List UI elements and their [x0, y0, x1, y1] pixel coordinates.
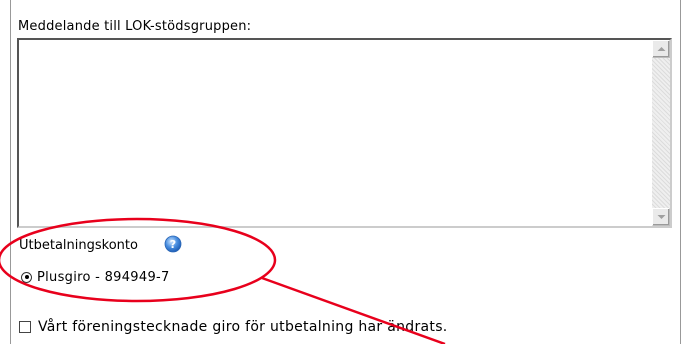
giro-changed-label: Vårt föreningstecknade giro för utbetaln…	[38, 319, 448, 335]
radio-selected-dot	[24, 275, 29, 279]
message-label: Meddelande till LOK-stödsgruppen:	[18, 19, 252, 34]
scroll-up-button[interactable]	[652, 40, 670, 58]
giro-changed-checkbox[interactable]	[19, 321, 31, 333]
payout-account-label: Utbetalningskonto	[19, 238, 138, 253]
svg-text:?: ?	[170, 238, 176, 251]
plusgiro-radio[interactable]	[21, 271, 32, 283]
help-icon[interactable]: ?	[163, 234, 183, 254]
giro-changed-row[interactable]: Vårt föreningstecknade giro för utbetaln…	[19, 318, 448, 336]
payout-option-plusgiro[interactable]: Plusgiro - 894949-7	[21, 268, 170, 286]
message-textarea[interactable]	[17, 38, 672, 228]
scroll-down-button[interactable]	[652, 208, 670, 226]
textarea-scrollbar[interactable]	[652, 40, 670, 226]
arrow-up-icon	[657, 47, 666, 51]
arrow-down-icon	[657, 215, 666, 219]
plusgiro-label: Plusgiro - 894949-7	[37, 269, 170, 285]
